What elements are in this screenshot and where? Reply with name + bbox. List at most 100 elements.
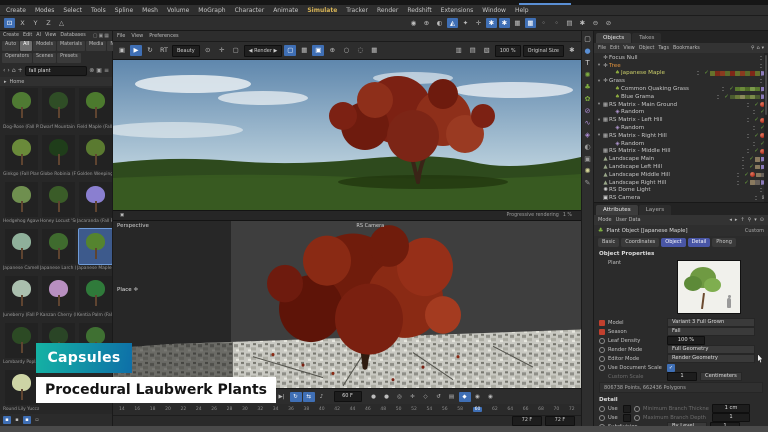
menu-item[interactable]: Help (515, 7, 529, 14)
timeline-frame-label[interactable]: 26 (211, 407, 217, 412)
attribute-tab[interactable]: Phong (712, 238, 736, 247)
asset-name[interactable]: Globe Robinia (Fall Pl... (40, 170, 76, 179)
texture-tag[interactable] (725, 71, 730, 76)
timeline-frame-label[interactable]: 22 (181, 407, 187, 412)
timeline-frame-label[interactable]: 56 (442, 407, 448, 412)
renderview-icon[interactable]: ▤ (467, 45, 479, 56)
asset-name[interactable]: Round Lily Yucca (Fall... (3, 405, 39, 414)
renderview-menu-item[interactable]: Preferences (149, 33, 178, 39)
toolbar-icon[interactable]: ◦ (551, 18, 562, 28)
enabled-check-icon[interactable]: ✓ (743, 172, 750, 178)
window-icon[interactable]: ▣ (99, 33, 104, 39)
renderview-icon[interactable]: ▥ (453, 45, 465, 56)
asset-thumbnail[interactable] (42, 182, 75, 217)
asset-thumbnail[interactable] (42, 88, 75, 123)
asset-thumbnail[interactable] (42, 276, 75, 311)
enabled-check-icon[interactable]: ✓ (748, 156, 755, 162)
palette-icon[interactable]: ▣ (584, 155, 591, 164)
timeline-frame-label[interactable]: 54 (427, 407, 433, 412)
timeline-frame-label[interactable]: 24 (196, 407, 202, 412)
anim-dot[interactable] (599, 406, 605, 412)
palette-icon[interactable]: ♣ (584, 83, 590, 92)
asset-tile[interactable]: Lombardy Poplar (Fall... (3, 323, 39, 369)
menu-item[interactable]: Create (6, 7, 26, 14)
asset-name[interactable]: Japanese Maple (Fall ... (77, 264, 112, 273)
visibility-dots[interactable] (741, 156, 746, 162)
attribute-tab[interactable]: Coordinates (621, 238, 659, 247)
asset-thumbnail[interactable] (79, 88, 112, 123)
asset-thumbnail[interactable] (79, 276, 112, 311)
checkbox[interactable] (623, 414, 631, 422)
timeline-frame-label[interactable]: 20 (165, 407, 171, 412)
texture-tag[interactable] (730, 95, 735, 100)
palette-icon[interactable]: ✿ (585, 95, 591, 104)
texture-tag[interactable] (755, 71, 760, 76)
renderview-icon[interactable]: ◌ (354, 45, 366, 56)
toolbar-icon[interactable]: ◦ (538, 18, 549, 28)
renderview-icon[interactable]: RT (158, 45, 170, 56)
footer-icon[interactable]: ▪ (13, 416, 21, 424)
keyframe-button[interactable]: ◉ (472, 392, 484, 402)
menu-item[interactable]: Volume (167, 7, 189, 14)
playback-toggle[interactable]: ⇆ (303, 392, 315, 402)
unit-dropdown[interactable]: Centimeters (700, 372, 742, 382)
asset-thumbnail[interactable] (5, 135, 38, 170)
palette-icon[interactable]: ✺ (585, 167, 591, 176)
search-option-icon[interactable]: ▣ (96, 67, 102, 74)
dropdown[interactable]: Full Geometry (667, 345, 755, 355)
visibility-dots[interactable] (696, 70, 701, 76)
keyframe-button[interactable]: ✛ (407, 392, 419, 402)
menu-item[interactable]: Window (482, 7, 506, 14)
menu-item[interactable]: Render (377, 7, 398, 14)
anim-dot[interactable] (599, 415, 605, 421)
timeline-frame-label[interactable]: 52 (411, 407, 417, 412)
keyframe-button[interactable]: ↺ (433, 392, 445, 402)
dropdown[interactable]: Fall (667, 327, 755, 337)
axis-lock-icon[interactable]: X (17, 18, 28, 28)
menu-item[interactable]: Simulate (307, 7, 337, 14)
timeline-frame-label[interactable]: 60 (473, 407, 483, 412)
toolbar-icon[interactable]: ◉ (408, 18, 419, 28)
toolbar-icon[interactable]: ⊘ (603, 18, 614, 28)
asset-tile[interactable]: Kentia Palm (Fall Plant) (77, 276, 112, 322)
renderview-menu-item[interactable]: View (131, 33, 143, 39)
texture-tag[interactable] (750, 95, 755, 100)
renderview-menu-item[interactable]: File (117, 33, 125, 39)
value-field[interactable]: 1 (710, 422, 740, 426)
asset-name[interactable]: Field Maple (Fall Plant) (77, 123, 112, 132)
plant-preview-image[interactable] (677, 260, 741, 314)
renderview-icon[interactable]: ▦ (298, 45, 310, 56)
asset-tile[interactable]: Golden Weeping Willo... (77, 135, 112, 181)
visibility-dots[interactable] (736, 172, 741, 178)
object-label[interactable]: Landscape Right Hill (609, 180, 736, 186)
texture-tag[interactable] (730, 71, 735, 76)
mode-bar-icon[interactable]: ⚲ (748, 217, 752, 223)
attribute-tab[interactable]: Detail (688, 238, 711, 247)
object-row[interactable]: ▾ ▦ RS Matrix - Main Ground ✓ (594, 101, 768, 109)
texture-tag[interactable] (755, 165, 760, 170)
palette-icon[interactable]: T (585, 59, 589, 68)
asset-name[interactable]: Dwarf Mountain Pine (... (40, 123, 76, 132)
menu-item[interactable]: Animate (273, 7, 298, 14)
snapshot-selector[interactable]: ◀ Render ▶ (244, 45, 283, 57)
nav-icon[interactable]: › (7, 67, 9, 74)
playback-toggle[interactable]: ↻ (290, 392, 302, 402)
object-row[interactable]: ✺ RS Dome Light (594, 187, 768, 195)
objects-menu-item[interactable]: Object (639, 46, 655, 51)
scene-end-field[interactable]: 72 F (545, 416, 575, 426)
menu-item[interactable]: Tracker (346, 7, 368, 14)
visibility-dots[interactable] (746, 102, 751, 108)
menu-item[interactable]: Tools (91, 7, 106, 14)
panel-tab[interactable]: Takes (632, 33, 661, 43)
preview-end-field[interactable]: 72 F (512, 416, 542, 426)
asset-tile[interactable]: Field Maple (Fall Plant) (77, 88, 112, 134)
texture-tag[interactable] (735, 71, 740, 76)
texture-tag[interactable] (745, 95, 750, 100)
objects-menu-item[interactable]: Tags (658, 46, 669, 51)
timeline-frame-label[interactable]: 28 (227, 407, 233, 412)
palette-icon[interactable]: ⊘ (585, 107, 591, 116)
toolbar-icon[interactable]: ✛ (473, 18, 484, 28)
renderview-icon[interactable]: ✛ (216, 45, 228, 56)
footer-icon[interactable]: ▫ (33, 416, 41, 424)
keyframe-button[interactable]: ● (381, 392, 393, 402)
